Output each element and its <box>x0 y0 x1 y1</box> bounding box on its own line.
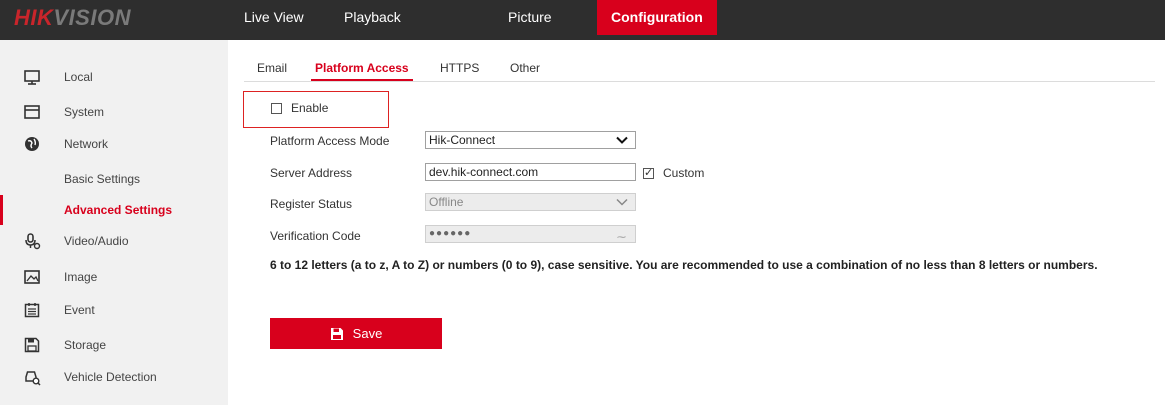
tab-other[interactable]: Other <box>510 61 540 75</box>
sidebar-item-image[interactable]: Image <box>0 262 228 292</box>
settings-tabs: Email Platform Access HTTPS Other <box>244 55 1155 82</box>
chevron-down-icon <box>616 136 628 144</box>
sidebar-item-label: System <box>64 105 105 119</box>
verification-code-input: ●●●●●● ⁓ <box>425 225 636 243</box>
vehicle-search-icon <box>22 367 42 387</box>
access-mode-select[interactable]: Hik-Connect <box>425 131 636 149</box>
verification-code-value: ●●●●●● <box>429 228 472 239</box>
window-icon <box>22 102 42 122</box>
image-icon <box>22 267 42 287</box>
hikvision-logo: HIKVISION <box>14 5 131 30</box>
verification-code-label: Verification Code <box>270 229 361 243</box>
server-address-label: Server Address <box>270 166 353 180</box>
floppy-disk-icon <box>330 327 343 340</box>
sidebar-item-label: Event <box>64 303 95 317</box>
eye-closed-icon: ⁓ <box>617 233 627 243</box>
register-status-label: Register Status <box>270 197 353 211</box>
save-label: Save <box>352 326 383 341</box>
server-address-input[interactable]: dev.hik-connect.com <box>425 163 636 181</box>
tab-platform-access[interactable]: Platform Access <box>315 61 409 75</box>
chevron-down-icon <box>616 198 628 206</box>
sidebar-item-network[interactable]: Network <box>0 129 228 159</box>
sidebar-item-label: Video/Audio <box>64 234 129 248</box>
register-status-value: Offline <box>429 195 464 209</box>
active-tab-underline <box>311 79 413 81</box>
tab-https[interactable]: HTTPS <box>440 61 479 75</box>
sidebar-item-local[interactable]: Local <box>0 62 228 92</box>
nav-configuration[interactable]: Configuration <box>597 0 717 35</box>
top-navigation-bar: HIKVISION Live View Playback Picture Con… <box>0 0 1165 40</box>
enable-checkbox[interactable] <box>271 103 282 114</box>
sidebar-item-video-audio[interactable]: Video/Audio <box>0 226 228 256</box>
sidebar-item-label: Image <box>64 270 98 284</box>
verification-code-hint: 6 to 12 letters (a to z, A to Z) or numb… <box>270 258 1098 272</box>
nav-live-view[interactable]: Live View <box>244 0 304 35</box>
register-status-select: Offline <box>425 193 636 211</box>
tab-email[interactable]: Email <box>257 61 287 75</box>
sidebar-item-label: Network <box>64 137 109 151</box>
nav-playback[interactable]: Playback <box>344 0 401 35</box>
sidebar: Local System Network Basic Settings Adva… <box>0 40 228 405</box>
sidebar-item-vehicle-detection[interactable]: Vehicle Detection <box>0 362 228 392</box>
sidebar-item-event[interactable]: Event <box>0 295 228 325</box>
save-button[interactable]: Save <box>270 318 442 349</box>
enable-label: Enable <box>291 101 329 115</box>
sidebar-item-label: Storage <box>64 338 107 352</box>
custom-checkbox[interactable] <box>643 166 654 179</box>
microphone-icon <box>22 231 42 251</box>
sidebar-item-advanced-settings[interactable]: Advanced Settings <box>0 195 228 225</box>
floppy-disk-icon <box>22 335 42 355</box>
sidebar-item-label: Local <box>64 70 93 84</box>
sidebar-item-basic-settings[interactable]: Basic Settings <box>0 164 228 194</box>
sidebar-item-label: Vehicle Detection <box>64 370 157 384</box>
access-mode-value: Hik-Connect <box>429 133 496 147</box>
custom-label: Custom <box>663 166 705 180</box>
monitor-icon <box>22 67 42 87</box>
server-address-value: dev.hik-connect.com <box>429 165 539 179</box>
calendar-icon <box>22 300 42 320</box>
sidebar-item-storage[interactable]: Storage <box>0 330 228 360</box>
access-mode-label: Platform Access Mode <box>270 134 390 148</box>
globe-icon <box>22 134 42 154</box>
sidebar-item-system[interactable]: System <box>0 97 228 127</box>
nav-picture[interactable]: Picture <box>508 0 552 35</box>
